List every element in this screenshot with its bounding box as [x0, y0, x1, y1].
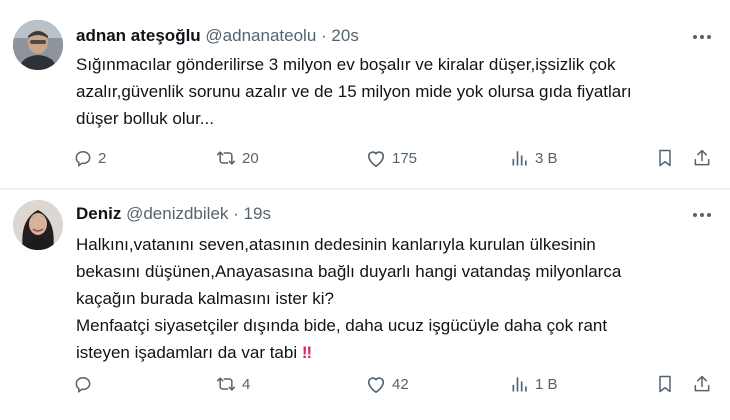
tweet-header: adnan ateşoğlu @adnanateolu · 20s: [76, 25, 359, 47]
like-icon: [365, 148, 387, 168]
tweet-text: Sığınmacılar gönderilirse 3 milyon ev bo…: [76, 55, 632, 128]
views-icon: [510, 148, 530, 168]
view-count: 1 B: [535, 375, 558, 393]
reply-count: 2: [98, 149, 107, 167]
retweet-icon: [215, 374, 237, 394]
retweet-count: 4: [242, 375, 251, 393]
like-count: 42: [392, 375, 409, 393]
like-button[interactable]: 42: [365, 371, 409, 397]
bookmark-icon: [656, 148, 674, 168]
separator-dot: ·: [321, 26, 327, 45]
reply-icon: [73, 374, 93, 394]
bookmark-button[interactable]: [656, 145, 674, 171]
author-handle[interactable]: @denizdbilek: [126, 204, 228, 223]
bookmark-button[interactable]: [656, 371, 674, 397]
views-button[interactable]: 1 B: [510, 371, 558, 397]
view-count: 3 B: [535, 149, 558, 167]
reply-button[interactable]: 2: [73, 145, 106, 171]
reply-icon: [73, 148, 93, 168]
tweet[interactable]: adnan ateşoğlu @adnanateolu · 20s Sığınm…: [0, 0, 730, 188]
retweet-icon: [215, 148, 237, 168]
tweet-text-body: Halkını,vatanını seven,atasının dedesini…: [76, 235, 622, 362]
avatar[interactable]: [13, 20, 63, 70]
share-button[interactable]: [692, 145, 712, 171]
action-bar: 2 20 175 3 B: [0, 145, 730, 171]
retweet-button[interactable]: 20: [215, 145, 259, 171]
reply-button[interactable]: [73, 371, 98, 397]
author-name[interactable]: adnan ateşoğlu: [76, 26, 201, 45]
more-icon[interactable]: [690, 26, 714, 48]
action-bar: 4 42 1 B: [0, 371, 730, 397]
tweet-header: Deniz @denizdbilek · 19s: [76, 203, 271, 225]
share-icon: [692, 148, 712, 168]
views-button[interactable]: 3 B: [510, 145, 558, 171]
like-count: 175: [392, 149, 418, 167]
share-icon: [692, 374, 712, 394]
like-button[interactable]: 175: [365, 145, 417, 171]
separator-dot: ·: [233, 204, 239, 223]
author-handle[interactable]: @adnanateolu: [205, 26, 316, 45]
tweet[interactable]: Deniz @denizdbilek · 19s Halkını,vatanın…: [0, 190, 730, 420]
bookmark-icon: [656, 374, 674, 394]
author-name[interactable]: Deniz: [76, 204, 121, 223]
retweet-count: 20: [242, 149, 259, 167]
avatar[interactable]: [13, 200, 63, 250]
double-exclamation-emoji: ‼: [301, 343, 312, 362]
more-icon[interactable]: [690, 204, 714, 226]
timestamp[interactable]: 19s: [244, 204, 271, 223]
share-button[interactable]: [692, 371, 712, 397]
views-icon: [510, 374, 530, 394]
retweet-button[interactable]: 4: [215, 371, 250, 397]
timestamp[interactable]: 20s: [331, 26, 358, 45]
tweet-text: Halkını,vatanını seven,atasının dedesini…: [76, 231, 716, 366]
like-icon: [365, 374, 387, 394]
